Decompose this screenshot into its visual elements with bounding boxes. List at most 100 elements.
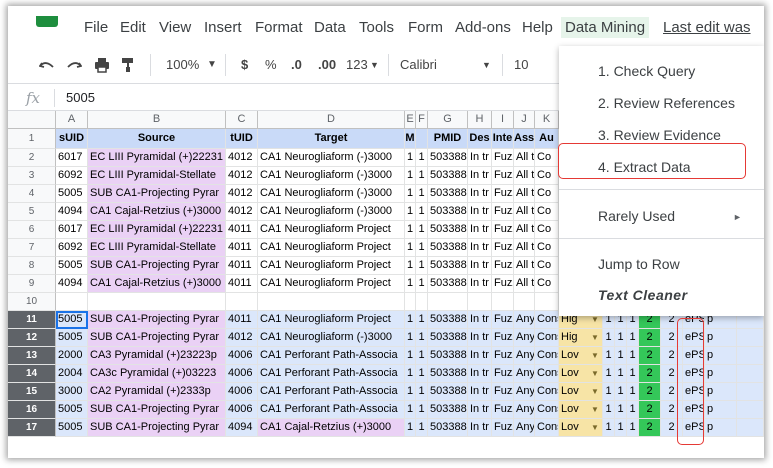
table-cell[interactable]: Co bbox=[535, 221, 559, 239]
menu-item-text-cleaner[interactable]: Text Cleaner bbox=[598, 287, 688, 303]
table-cell[interactable]: 1 bbox=[405, 239, 416, 257]
table-cell[interactable]: SUB CA1-Projecting Pyrar bbox=[88, 419, 226, 437]
column-header[interactable]: D bbox=[258, 111, 405, 129]
row-number[interactable]: 12 bbox=[8, 329, 56, 347]
header-cell[interactable] bbox=[416, 129, 428, 149]
table-cell[interactable]: 4011 bbox=[226, 239, 258, 257]
table-cell[interactable]: SUB CA1-Projecting Pyrar bbox=[88, 257, 226, 275]
cell-dropdown-icon[interactable]: ▼ bbox=[591, 423, 599, 432]
table-cell[interactable]: Co bbox=[535, 149, 559, 167]
table-cell[interactable]: 1 bbox=[627, 401, 639, 419]
table-cell[interactable]: 4006 bbox=[226, 365, 258, 383]
table-cell[interactable]: 4012 bbox=[226, 329, 258, 347]
table-cell[interactable] bbox=[737, 365, 764, 383]
row-number[interactable]: 13 bbox=[8, 347, 56, 365]
table-cell[interactable]: p bbox=[705, 383, 737, 401]
table-cell[interactable]: CA1 Neurogliaform Project bbox=[258, 239, 405, 257]
currency-format-button[interactable]: $ bbox=[241, 57, 248, 72]
menu-help[interactable]: Help bbox=[522, 19, 553, 36]
zoom-select[interactable]: 100% bbox=[166, 57, 199, 72]
table-cell[interactable]: 1 bbox=[603, 365, 615, 383]
header-cell[interactable]: Target bbox=[258, 129, 405, 149]
menu-item-jump-to-row[interactable]: Jump to Row bbox=[598, 256, 680, 272]
table-cell[interactable]: 1 bbox=[627, 365, 639, 383]
table-cell[interactable]: In tr bbox=[468, 239, 492, 257]
table-cell[interactable]: 2 bbox=[639, 383, 661, 401]
table-cell[interactable]: 1 bbox=[405, 185, 416, 203]
table-cell[interactable]: 503388 bbox=[428, 185, 468, 203]
table-cell[interactable]: 1 bbox=[603, 329, 615, 347]
column-header[interactable]: J bbox=[514, 111, 535, 129]
row-number[interactable]: 8 bbox=[8, 257, 56, 275]
table-cell[interactable]: CA1 Neurogliaform (-)3000 bbox=[258, 203, 405, 221]
table-cell[interactable]: 1 bbox=[416, 257, 428, 275]
table-cell[interactable]: 1 bbox=[627, 329, 639, 347]
table-cell[interactable] bbox=[56, 293, 88, 311]
row-number[interactable]: 3 bbox=[8, 167, 56, 185]
table-cell[interactable]: EC LIII Pyramidal (+)22231 bbox=[88, 221, 226, 239]
table-cell[interactable]: 4011 bbox=[226, 275, 258, 293]
table-cell[interactable]: CA1 Neurogliaform (-)3000 bbox=[258, 149, 405, 167]
table-cell[interactable]: 1 bbox=[603, 419, 615, 437]
table-cell[interactable]: In tr bbox=[468, 347, 492, 365]
table-cell[interactable]: Fuzz bbox=[492, 257, 514, 275]
table-cell[interactable]: Any bbox=[514, 365, 535, 383]
table-cell[interactable]: 1 bbox=[615, 419, 627, 437]
table-cell[interactable]: 4094 bbox=[226, 419, 258, 437]
table-cell[interactable]: 503388 bbox=[428, 401, 468, 419]
table-cell[interactable]: CA2 Pyramidal (+)2333p bbox=[88, 383, 226, 401]
column-header[interactable]: A bbox=[56, 111, 88, 129]
table-cell[interactable]: 1 bbox=[603, 347, 615, 365]
table-cell[interactable]: In tr bbox=[468, 275, 492, 293]
table-cell[interactable]: 1 bbox=[416, 167, 428, 185]
column-header[interactable]: K bbox=[535, 111, 559, 129]
table-cell[interactable]: Cons bbox=[535, 365, 559, 383]
table-cell[interactable]: Fuzz bbox=[492, 383, 514, 401]
table-cell[interactable]: 2000 bbox=[56, 347, 88, 365]
table-cell[interactable]: Any bbox=[514, 311, 535, 329]
header-cell[interactable]: sUID bbox=[56, 129, 88, 149]
table-cell[interactable]: Fuzz bbox=[492, 311, 514, 329]
table-cell[interactable]: 2 bbox=[639, 401, 661, 419]
table-cell[interactable]: Fuzz bbox=[492, 401, 514, 419]
decrease-decimal-button[interactable]: .0 bbox=[291, 57, 302, 72]
column-header[interactable]: F bbox=[416, 111, 428, 129]
row-number[interactable]: 1 bbox=[8, 129, 56, 149]
table-cell[interactable]: In tr bbox=[468, 149, 492, 167]
table-cell[interactable]: 1 bbox=[416, 401, 428, 419]
menu-insert[interactable]: Insert bbox=[204, 19, 242, 36]
table-cell[interactable]: 1 bbox=[405, 275, 416, 293]
table-cell[interactable]: 2 bbox=[639, 329, 661, 347]
table-cell[interactable]: 4011 bbox=[226, 257, 258, 275]
table-cell[interactable]: 2 bbox=[639, 365, 661, 383]
table-cell[interactable]: 2004 bbox=[56, 365, 88, 383]
cell-dropdown-icon[interactable]: ▼ bbox=[591, 387, 599, 396]
table-cell[interactable]: CA1 Perforant Path-Associa bbox=[258, 401, 405, 419]
row-number[interactable]: 9 bbox=[8, 275, 56, 293]
table-cell[interactable]: 1 bbox=[615, 347, 627, 365]
table-cell[interactable]: 1 bbox=[627, 347, 639, 365]
table-cell[interactable]: CA1 Perforant Path-Associa bbox=[258, 383, 405, 401]
table-cell[interactable]: Fuzz bbox=[492, 329, 514, 347]
font-select[interactable]: Calibri bbox=[400, 57, 437, 72]
row-number[interactable]: 15 bbox=[8, 383, 56, 401]
table-cell[interactable]: 1 bbox=[416, 221, 428, 239]
table-cell[interactable]: Fuzz bbox=[492, 275, 514, 293]
table-cell[interactable]: 1 bbox=[603, 383, 615, 401]
table-cell[interactable]: 1 bbox=[405, 365, 416, 383]
table-cell[interactable]: 1 bbox=[416, 203, 428, 221]
table-cell[interactable]: 4094 bbox=[56, 203, 88, 221]
header-cell[interactable]: Des bbox=[468, 129, 492, 149]
table-cell[interactable]: In tr bbox=[468, 329, 492, 347]
table-cell[interactable]: 2 bbox=[639, 347, 661, 365]
table-cell[interactable] bbox=[226, 293, 258, 311]
table-cell[interactable]: All t bbox=[514, 203, 535, 221]
table-cell[interactable]: Cons bbox=[535, 329, 559, 347]
table-cell[interactable]: Fuzz bbox=[492, 221, 514, 239]
table-cell[interactable]: 5005 bbox=[56, 401, 88, 419]
table-cell[interactable]: 1 bbox=[615, 401, 627, 419]
menu-view[interactable]: View bbox=[159, 19, 191, 36]
table-cell[interactable]: CA1 Neurogliaform Project bbox=[258, 311, 405, 329]
row-number[interactable]: 11 bbox=[8, 311, 56, 329]
select-all-corner[interactable] bbox=[8, 111, 56, 129]
